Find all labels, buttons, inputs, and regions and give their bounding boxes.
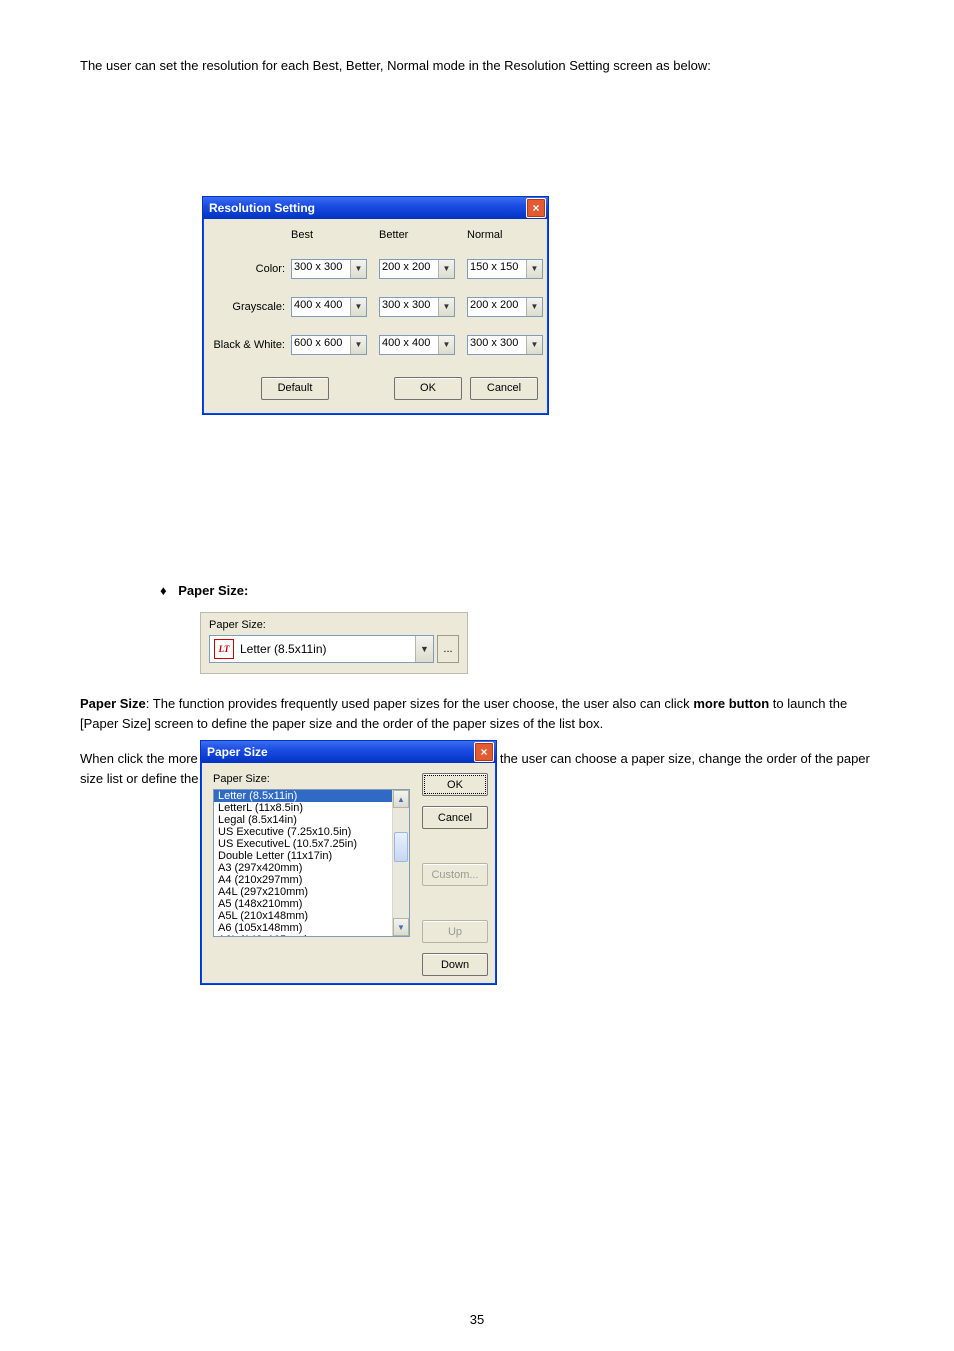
titlebar[interactable]: Paper Size ×: [201, 741, 496, 763]
column-better-header: Better: [379, 229, 467, 241]
paper-size-heading: Paper Size:: [178, 583, 248, 598]
paper-size-dialog: Paper Size × Paper Size: Letter (8.5x11i…: [200, 740, 497, 985]
scroll-up-icon[interactable]: ▲: [393, 790, 409, 808]
chevron-down-icon[interactable]: ▼: [350, 336, 366, 354]
close-icon[interactable]: ×: [526, 198, 546, 218]
resolution-setting-dialog: Resolution Setting × Best Better Normal …: [202, 196, 549, 415]
row-grayscale-label: Grayscale:: [211, 301, 291, 313]
chevron-down-icon[interactable]: ▼: [526, 336, 542, 354]
cancel-button[interactable]: Cancel: [470, 377, 538, 400]
color-best-dropdown[interactable]: 300 x 300▼: [291, 259, 367, 279]
list-item[interactable]: A6 (105x148mm): [214, 922, 392, 934]
ok-button[interactable]: OK: [394, 377, 462, 400]
color-normal-dropdown[interactable]: 150 x 150▼: [467, 259, 543, 279]
paper-size-listbox[interactable]: Letter (8.5x11in)LetterL (11x8.5in)Legal…: [213, 789, 410, 937]
default-button[interactable]: Default: [261, 377, 329, 400]
chevron-down-icon[interactable]: ▼: [526, 298, 542, 316]
list-item[interactable]: A4L (297x210mm): [214, 886, 392, 898]
color-better-dropdown[interactable]: 200 x 200▼: [379, 259, 455, 279]
diamond-icon: ♦: [160, 583, 167, 598]
row-bw-label: Black & White:: [211, 339, 291, 351]
list-item[interactable]: A4 (210x297mm): [214, 874, 392, 886]
cancel-button[interactable]: Cancel: [422, 806, 488, 829]
bw-best-dropdown[interactable]: 600 x 600▼: [291, 335, 367, 355]
paper-size-more-button[interactable]: ...: [437, 635, 459, 663]
intro-paragraph: The user can set the resolution for each…: [80, 56, 874, 76]
bw-normal-dropdown[interactable]: 300 x 300▼: [467, 335, 543, 355]
grayscale-best-dropdown[interactable]: 400 x 400▼: [291, 297, 367, 317]
up-button[interactable]: Up: [422, 920, 488, 943]
ok-button[interactable]: OK: [422, 773, 488, 796]
bw-better-dropdown[interactable]: 400 x 400▼: [379, 335, 455, 355]
grayscale-better-dropdown[interactable]: 300 x 300▼: [379, 297, 455, 317]
list-item[interactable]: Double Letter (11x17in): [214, 850, 392, 862]
letter-icon: LT: [214, 639, 234, 659]
grayscale-normal-dropdown[interactable]: 200 x 200▼: [467, 297, 543, 317]
close-icon[interactable]: ×: [474, 742, 494, 762]
list-item[interactable]: A5 (148x210mm): [214, 898, 392, 910]
column-normal-header: Normal: [467, 229, 555, 241]
list-item[interactable]: Legal (8.5x14in): [214, 814, 392, 826]
row-color-label: Color:: [211, 263, 291, 275]
paper-size-inline-label: Paper Size:: [209, 619, 459, 631]
dialog-title: Paper Size: [207, 745, 268, 759]
paper-size-combo-value: Letter (8.5x11in): [240, 642, 415, 656]
paper-size-bullet: ♦ Paper Size:: [160, 581, 874, 601]
list-item[interactable]: US ExecutiveL (10.5x7.25in): [214, 838, 392, 850]
list-item[interactable]: Letter (8.5x11in): [214, 790, 392, 802]
page-number: 35: [0, 1312, 954, 1327]
paper-size-listbox-label: Paper Size:: [213, 773, 410, 785]
list-item[interactable]: LetterL (11x8.5in): [214, 802, 392, 814]
paper-size-description: Paper Size: The function provides freque…: [80, 694, 874, 733]
chevron-down-icon[interactable]: ▼: [438, 298, 454, 316]
list-item[interactable]: A6L (148x105mm): [214, 934, 392, 936]
paper-size-combo[interactable]: LT Letter (8.5x11in) ▼: [209, 635, 434, 663]
chevron-down-icon[interactable]: ▼: [526, 260, 542, 278]
down-button[interactable]: Down: [422, 953, 488, 976]
chevron-down-icon[interactable]: ▼: [438, 260, 454, 278]
list-item[interactable]: A3 (297x420mm): [214, 862, 392, 874]
chevron-down-icon[interactable]: ▼: [350, 260, 366, 278]
titlebar[interactable]: Resolution Setting ×: [203, 197, 548, 219]
list-item[interactable]: US Executive (7.25x10.5in): [214, 826, 392, 838]
chevron-down-icon[interactable]: ▼: [350, 298, 366, 316]
custom-button[interactable]: Custom...: [422, 863, 488, 886]
chevron-down-icon[interactable]: ▼: [438, 336, 454, 354]
scroll-down-icon[interactable]: ▼: [393, 918, 409, 936]
chevron-down-icon[interactable]: ▼: [415, 636, 433, 662]
column-best-header: Best: [291, 229, 379, 241]
dialog-title: Resolution Setting: [209, 201, 315, 215]
list-item[interactable]: A5L (210x148mm): [214, 910, 392, 922]
scroll-thumb[interactable]: [394, 832, 408, 862]
scrollbar[interactable]: ▲ ▼: [392, 790, 409, 936]
paper-size-inline-panel: Paper Size: LT Letter (8.5x11in) ▼ ...: [200, 612, 468, 674]
